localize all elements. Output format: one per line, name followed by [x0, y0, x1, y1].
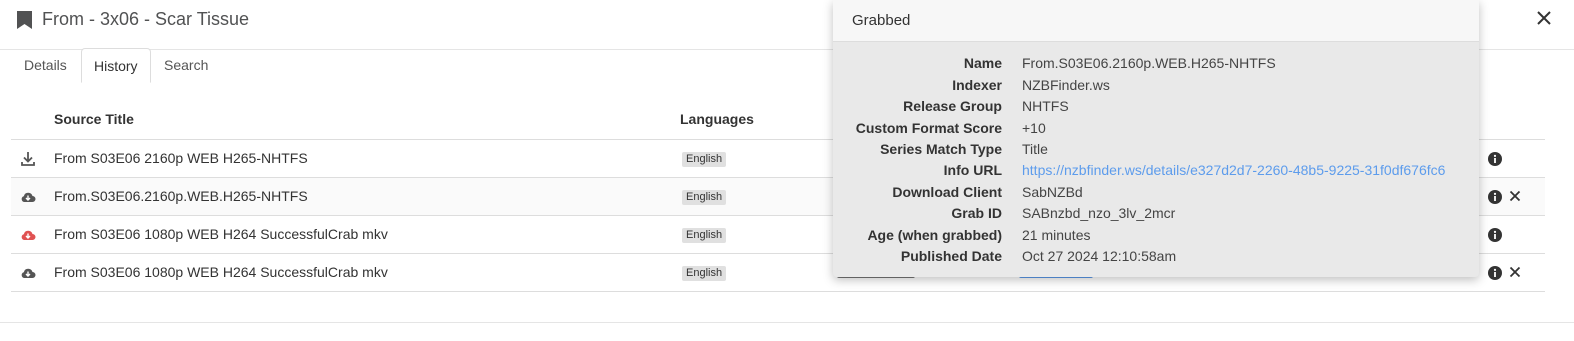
row-source-title: From S03E06 2160p WEB H265-NHTFS	[54, 150, 308, 166]
remove-icon[interactable]	[1509, 190, 1521, 202]
tab-history[interactable]: History	[81, 48, 151, 83]
cloud-download-icon	[21, 268, 36, 278]
detail-row-info-url: Info URL https://nzbfinder.ws/details/e3…	[833, 162, 1479, 183]
detail-value: Title	[1022, 141, 1048, 157]
detail-label: Series Match Type	[880, 141, 1002, 157]
detail-label: Indexer	[952, 77, 1002, 93]
cloud-download-icon	[21, 192, 36, 202]
row-source-title: From S03E06 1080p WEB H264 SuccessfulCra…	[54, 264, 388, 280]
row-source-title: From.S03E06.2160p.WEB.H265-NHTFS	[54, 188, 308, 204]
detail-label: Published Date	[900, 248, 1002, 264]
info-url-link[interactable]: https://nzbfinder.ws/details/e327d2d7-22…	[1022, 162, 1445, 178]
info-icon[interactable]	[1488, 266, 1502, 280]
detail-value: NHTFS	[1022, 98, 1069, 114]
remove-icon[interactable]	[1509, 266, 1521, 278]
detail-value: NZBFinder.ws	[1022, 77, 1110, 93]
detail-row-download-client: Download Client SabNZBd	[833, 184, 1479, 205]
detail-label: Info URL	[943, 162, 1002, 178]
bookmark-icon	[17, 11, 32, 29]
modal-title: From - 3x06 - Scar Tissue	[42, 9, 250, 29]
cloud-download-failed-icon	[21, 230, 36, 240]
download-icon	[21, 152, 35, 166]
detail-label: Download Client	[892, 184, 1002, 200]
detail-row-grab-id: Grab ID SABnzbd_nzo_3lv_2mcr	[833, 205, 1479, 226]
info-icon[interactable]	[1488, 190, 1502, 204]
detail-value: SabNZBd	[1022, 184, 1083, 200]
popover-title: Grabbed	[852, 12, 911, 29]
detail-value: SABnzbd_nzo_3lv_2mcr	[1022, 205, 1176, 221]
column-header-languages[interactable]: Languages	[680, 111, 754, 127]
detail-value: From.S03E06.2160p.WEB.H265-NHTFS	[1022, 55, 1276, 71]
detail-row-release-group: Release Group NHTFS	[833, 98, 1479, 119]
row-source-title: From S03E06 1080p WEB H264 SuccessfulCra…	[54, 226, 388, 242]
detail-row-age: Age (when grabbed) 21 minutes	[833, 227, 1479, 248]
info-icon[interactable]	[1488, 152, 1502, 166]
detail-value: 21 minutes	[1022, 227, 1091, 243]
detail-label: Release Group	[903, 98, 1002, 114]
info-icon[interactable]	[1488, 228, 1502, 242]
popover-header: Grabbed	[833, 0, 1479, 42]
detail-row-series-match-type: Series Match Type Title	[833, 141, 1479, 162]
detail-label: Custom Format Score	[855, 120, 1002, 136]
modal-footer-divider	[0, 322, 1574, 323]
grabbed-details-popover: Grabbed Name From.S03E06.2160p.WEB.H265-…	[833, 0, 1479, 277]
detail-row-indexer: Indexer NZBFinder.ws	[833, 77, 1479, 98]
language-badge: English	[682, 228, 727, 243]
detail-label: Name	[963, 55, 1002, 71]
detail-row-published-date: Published Date Oct 27 2024 12:10:58am	[833, 248, 1479, 269]
language-badge: English	[682, 190, 727, 205]
detail-label: Age (when grabbed)	[867, 227, 1002, 243]
detail-row-name: Name From.S03E06.2160p.WEB.H265-NHTFS	[833, 55, 1479, 76]
language-badge: English	[682, 152, 727, 167]
detail-value: +10	[1022, 120, 1046, 136]
detail-value: Oct 27 2024 12:10:58am	[1022, 248, 1177, 264]
close-icon[interactable]	[1535, 9, 1553, 27]
detail-label: Grab ID	[951, 205, 1002, 221]
tab-search[interactable]: Search	[152, 48, 220, 83]
language-badge: English	[682, 266, 727, 281]
column-header-source-title[interactable]: Source Title	[54, 111, 134, 127]
tab-details[interactable]: Details	[12, 48, 79, 83]
detail-row-custom-format-score: Custom Format Score +10	[833, 120, 1479, 141]
